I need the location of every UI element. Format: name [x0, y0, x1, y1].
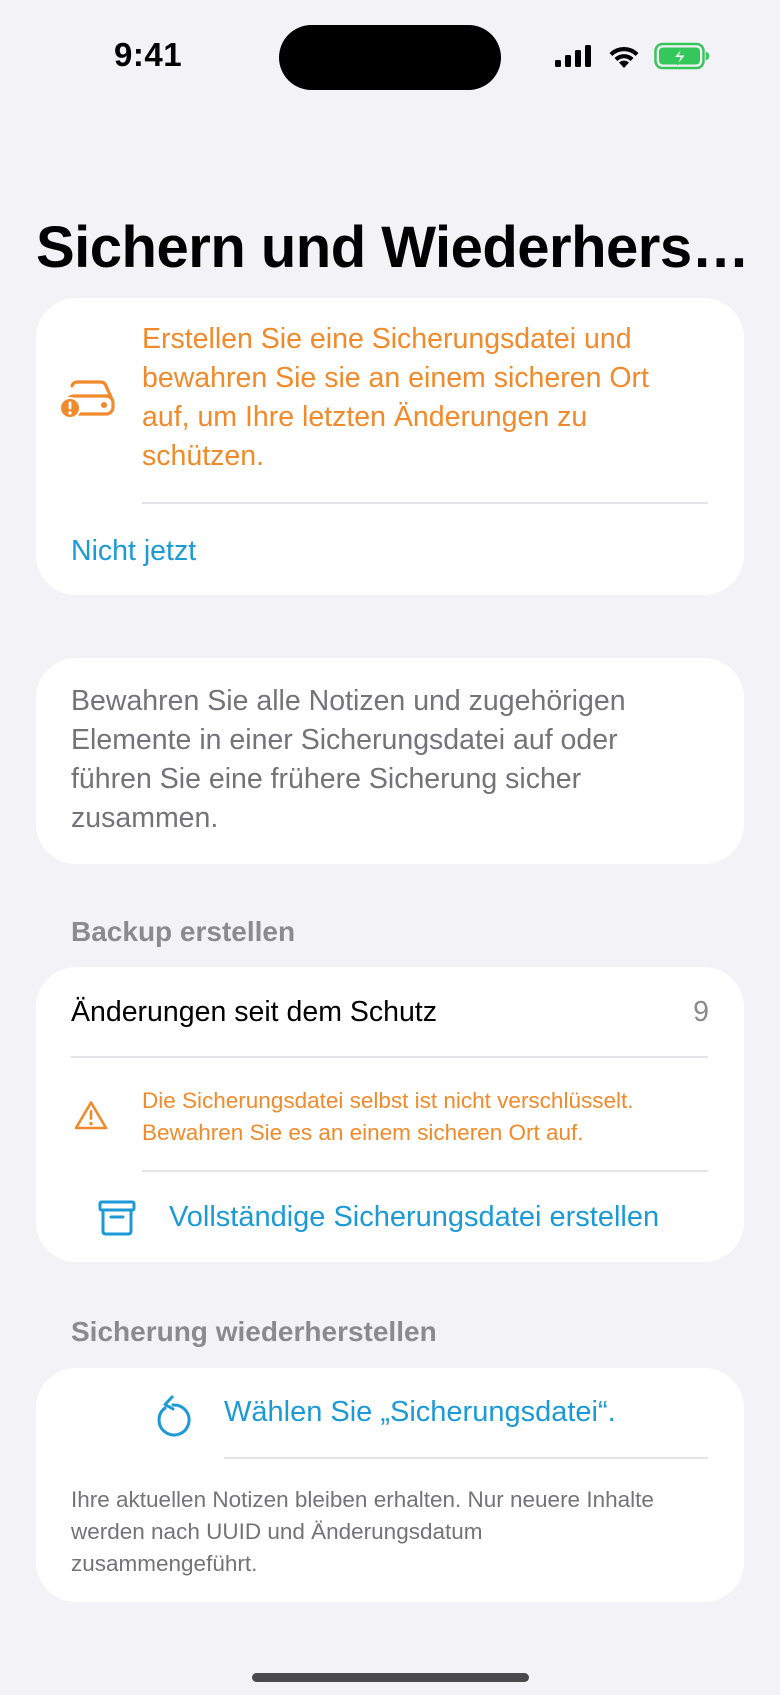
backup-section-header: Backup erstellen	[71, 916, 296, 947]
drive-warning-icon	[59, 378, 116, 425]
status-icons	[554, 42, 710, 70]
restore-card: Wählen Sie „Sicherungsdatei“. Ihre aktue…	[36, 1368, 744, 1602]
divider	[142, 502, 708, 504]
restore-arrow-icon	[154, 1394, 192, 1443]
divider	[142, 1170, 708, 1172]
dynamic-island	[279, 25, 501, 90]
archive-box-icon	[98, 1200, 136, 1241]
changes-count: 9	[693, 996, 709, 1028]
not-now-button[interactable]: Nicht jetzt	[71, 535, 196, 568]
status-bar: 9:41	[0, 0, 780, 120]
encryption-warning-text: Die Sicherungsdatei selbst ist nicht ver…	[142, 1088, 634, 1145]
divider	[71, 1056, 708, 1058]
warning-triangle-icon	[74, 1100, 108, 1135]
page-title: Sichern und Wiederhers…	[36, 215, 748, 280]
status-time: 9:41	[114, 36, 183, 73]
create-full-backup-button[interactable]: Vollständige Sicherungsdatei erstellen	[169, 1201, 659, 1234]
description-text: Bewahren Sie alle Notizen und zugehörige…	[71, 685, 626, 834]
changes-since-protection-label: Änderungen seit dem Schutz	[71, 996, 437, 1028]
home-indicator[interactable]	[252, 1673, 529, 1682]
restore-section-header: Sicherung wiederherstellen	[71, 1316, 437, 1347]
battery-charging-icon	[654, 42, 710, 70]
restore-note: Ihre aktuellen Notizen bleiben erhalten.…	[71, 1487, 654, 1576]
description-card: Bewahren Sie alle Notizen und zugehörige…	[36, 658, 744, 864]
choose-backup-file-button[interactable]: Wählen Sie „Sicherungsdatei“.	[224, 1396, 616, 1429]
divider	[224, 1457, 708, 1459]
backup-card: Änderungen seit dem Schutz 9 Die Sicheru…	[36, 967, 744, 1262]
wifi-icon	[606, 43, 642, 69]
backup-reminder-card: Erstellen Sie eine Sicherungsdatei und b…	[36, 298, 744, 595]
backup-reminder-message: Erstellen Sie eine Sicherungsdatei und b…	[142, 323, 649, 472]
cellular-signal-icon	[554, 44, 594, 68]
